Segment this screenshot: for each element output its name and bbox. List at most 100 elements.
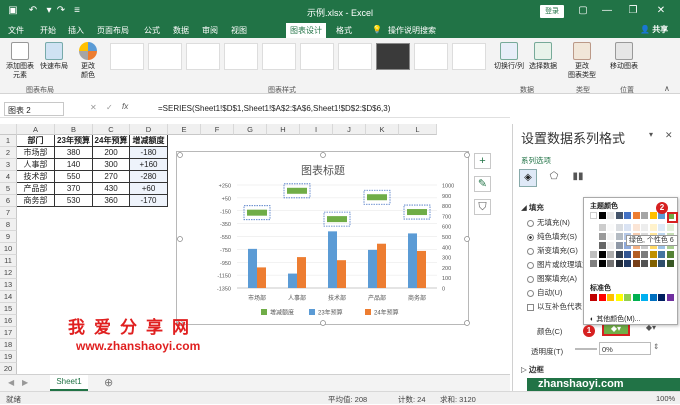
theme-color-swatch[interactable] bbox=[649, 224, 657, 231]
standard-color-swatch[interactable] bbox=[615, 294, 623, 301]
quick-layout-button[interactable]: 快速布局 bbox=[38, 42, 70, 71]
theme-color-swatch[interactable] bbox=[615, 242, 623, 249]
prev-sheet-icon[interactable]: ◀ bbox=[8, 378, 14, 387]
theme-color-swatch[interactable] bbox=[598, 212, 606, 219]
standard-color-swatch[interactable] bbox=[607, 294, 614, 301]
column-header-J[interactable]: J bbox=[333, 124, 366, 135]
fill-section-toggle[interactable]: ◢ 填充 bbox=[521, 202, 544, 213]
menu-insert[interactable]: 插入 bbox=[68, 25, 84, 36]
table-cell[interactable]: 550 bbox=[55, 171, 93, 183]
theme-color-swatch[interactable] bbox=[666, 224, 674, 231]
theme-color-swatch[interactable] bbox=[641, 224, 648, 231]
theme-color-swatch[interactable] bbox=[598, 251, 606, 258]
theme-color-swatch[interactable] bbox=[666, 251, 674, 258]
theme-color-swatch[interactable] bbox=[632, 212, 640, 219]
column-header-A[interactable]: A bbox=[17, 124, 55, 135]
transparency-slider[interactable] bbox=[575, 348, 597, 350]
row-header-15[interactable]: 15 bbox=[0, 303, 17, 315]
standard-color-swatch[interactable] bbox=[632, 294, 640, 301]
chart-style-4[interactable] bbox=[224, 43, 258, 70]
menu-page-layout[interactable]: 页面布局 bbox=[97, 25, 129, 36]
theme-color-swatch[interactable] bbox=[649, 260, 657, 267]
border-section-toggle[interactable]: ▷ 边框 bbox=[521, 364, 544, 375]
chart-elements-button[interactable]: + bbox=[474, 153, 491, 169]
next-sheet-icon[interactable]: ▶ bbox=[22, 378, 28, 387]
table-header-cell[interactable]: 增减额度 bbox=[130, 135, 168, 147]
chart-style-1[interactable] bbox=[110, 43, 144, 70]
column-header-G[interactable]: G bbox=[234, 124, 267, 135]
table-cell[interactable]: 商务部 bbox=[17, 195, 55, 207]
theme-color-swatch[interactable] bbox=[615, 212, 623, 219]
chart-area[interactable]: 图表标题 +250 +50 -150 -350 -550 -750 -950 -1150 -135… bbox=[176, 151, 470, 326]
chart-title[interactable]: 图表标题 bbox=[301, 163, 345, 177]
minimize-icon[interactable]: — bbox=[600, 4, 614, 18]
column-header-K[interactable]: K bbox=[366, 124, 399, 135]
row-header-5[interactable]: 5 bbox=[0, 183, 17, 195]
table-cell[interactable]: 140 bbox=[55, 159, 93, 171]
fill-option-none[interactable]: 无填充(N) bbox=[527, 217, 570, 228]
column-header-I[interactable]: I bbox=[300, 124, 333, 135]
row-header-1[interactable]: 1 bbox=[0, 135, 17, 147]
menu-view[interactable]: 视图 bbox=[231, 25, 247, 36]
theme-color-swatch[interactable] bbox=[598, 224, 606, 231]
menu-data[interactable]: 数据 bbox=[173, 25, 189, 36]
table-header-cell[interactable]: 24年预算 bbox=[93, 135, 130, 147]
standard-color-swatch[interactable] bbox=[666, 294, 674, 301]
standard-color-swatch[interactable] bbox=[590, 294, 597, 301]
chart-filter-icon[interactable]: ⛉ bbox=[474, 199, 491, 215]
add-chart-element-button[interactable]: 添加图表 元素 bbox=[4, 42, 36, 80]
share-button[interactable]: 👤 共享 bbox=[640, 24, 668, 35]
theme-color-swatch[interactable] bbox=[632, 260, 640, 267]
chart-style-8[interactable] bbox=[376, 43, 410, 70]
change-colors-button[interactable]: 更改 颜色 bbox=[74, 42, 102, 80]
series-options-icon[interactable]: ▮▮ bbox=[569, 169, 587, 187]
cancel-icon[interactable]: ✕ bbox=[90, 103, 97, 112]
theme-color-swatch[interactable] bbox=[658, 260, 665, 267]
change-chart-type-button[interactable]: 更改 图表类型 bbox=[566, 42, 598, 80]
table-cell[interactable]: 370 bbox=[55, 183, 93, 195]
fill-option-auto[interactable]: 自动(U) bbox=[527, 287, 562, 298]
ribbon-display-icon[interactable]: ▢ bbox=[576, 4, 590, 18]
switch-row-column-button[interactable]: 切换行/列 bbox=[494, 42, 524, 71]
theme-color-swatch[interactable] bbox=[649, 251, 657, 258]
row-header-2[interactable]: 2 bbox=[0, 147, 17, 159]
table-cell[interactable]: -180 bbox=[130, 147, 168, 159]
row-header-3[interactable]: 3 bbox=[0, 159, 17, 171]
formula-input[interactable]: =SERIES(Sheet1!$D$1,Sheet1!$A$2:$A$6,She… bbox=[158, 104, 390, 113]
theme-color-swatch[interactable] bbox=[615, 224, 623, 231]
theme-color-swatch[interactable] bbox=[607, 251, 614, 258]
theme-color-swatch[interactable] bbox=[641, 212, 648, 219]
table-cell[interactable]: 产品部 bbox=[17, 183, 55, 195]
theme-color-swatch[interactable] bbox=[632, 224, 640, 231]
chart-style-3[interactable] bbox=[186, 43, 220, 70]
pane-options-icon[interactable]: ▾ bbox=[649, 130, 653, 139]
table-cell[interactable]: -280 bbox=[130, 171, 168, 183]
menu-home[interactable]: 开始 bbox=[40, 25, 56, 36]
theme-color-swatch[interactable] bbox=[615, 260, 623, 267]
row-header-16[interactable]: 16 bbox=[0, 315, 17, 327]
standard-color-swatch[interactable] bbox=[624, 294, 631, 301]
menu-file[interactable]: 文件 bbox=[8, 25, 24, 36]
column-header-E[interactable]: E bbox=[168, 124, 201, 135]
fill-option-solid[interactable]: 纯色填充(S) bbox=[527, 231, 577, 242]
invert-if-negative-checkbox[interactable]: 以互补色代表 bbox=[527, 301, 582, 312]
row-header-11[interactable]: 11 bbox=[0, 255, 17, 267]
sheet-tab[interactable]: Sheet1 bbox=[50, 375, 88, 391]
table-cell[interactable]: +160 bbox=[130, 159, 168, 171]
row-header-18[interactable]: 18 bbox=[0, 339, 17, 351]
chart-style-2[interactable] bbox=[148, 43, 182, 70]
column-header-F[interactable]: F bbox=[201, 124, 234, 135]
theme-color-swatch[interactable] bbox=[666, 260, 674, 267]
row-header-7[interactable]: 7 bbox=[0, 207, 17, 219]
theme-color-swatch[interactable] bbox=[590, 251, 597, 258]
chart-styles-brush-icon[interactable]: ✎ bbox=[474, 176, 491, 192]
theme-color-swatch[interactable] bbox=[624, 251, 631, 258]
column-header-B[interactable]: B bbox=[55, 124, 93, 135]
add-sheet-icon[interactable]: ⊕ bbox=[104, 376, 113, 389]
row-header-12[interactable]: 12 bbox=[0, 267, 17, 279]
select-all-corner[interactable] bbox=[0, 124, 17, 135]
column-header-H[interactable]: H bbox=[267, 124, 300, 135]
theme-color-swatch[interactable] bbox=[641, 251, 648, 258]
move-chart-button[interactable]: 移动图表 bbox=[608, 42, 640, 71]
table-cell[interactable]: 380 bbox=[55, 147, 93, 159]
